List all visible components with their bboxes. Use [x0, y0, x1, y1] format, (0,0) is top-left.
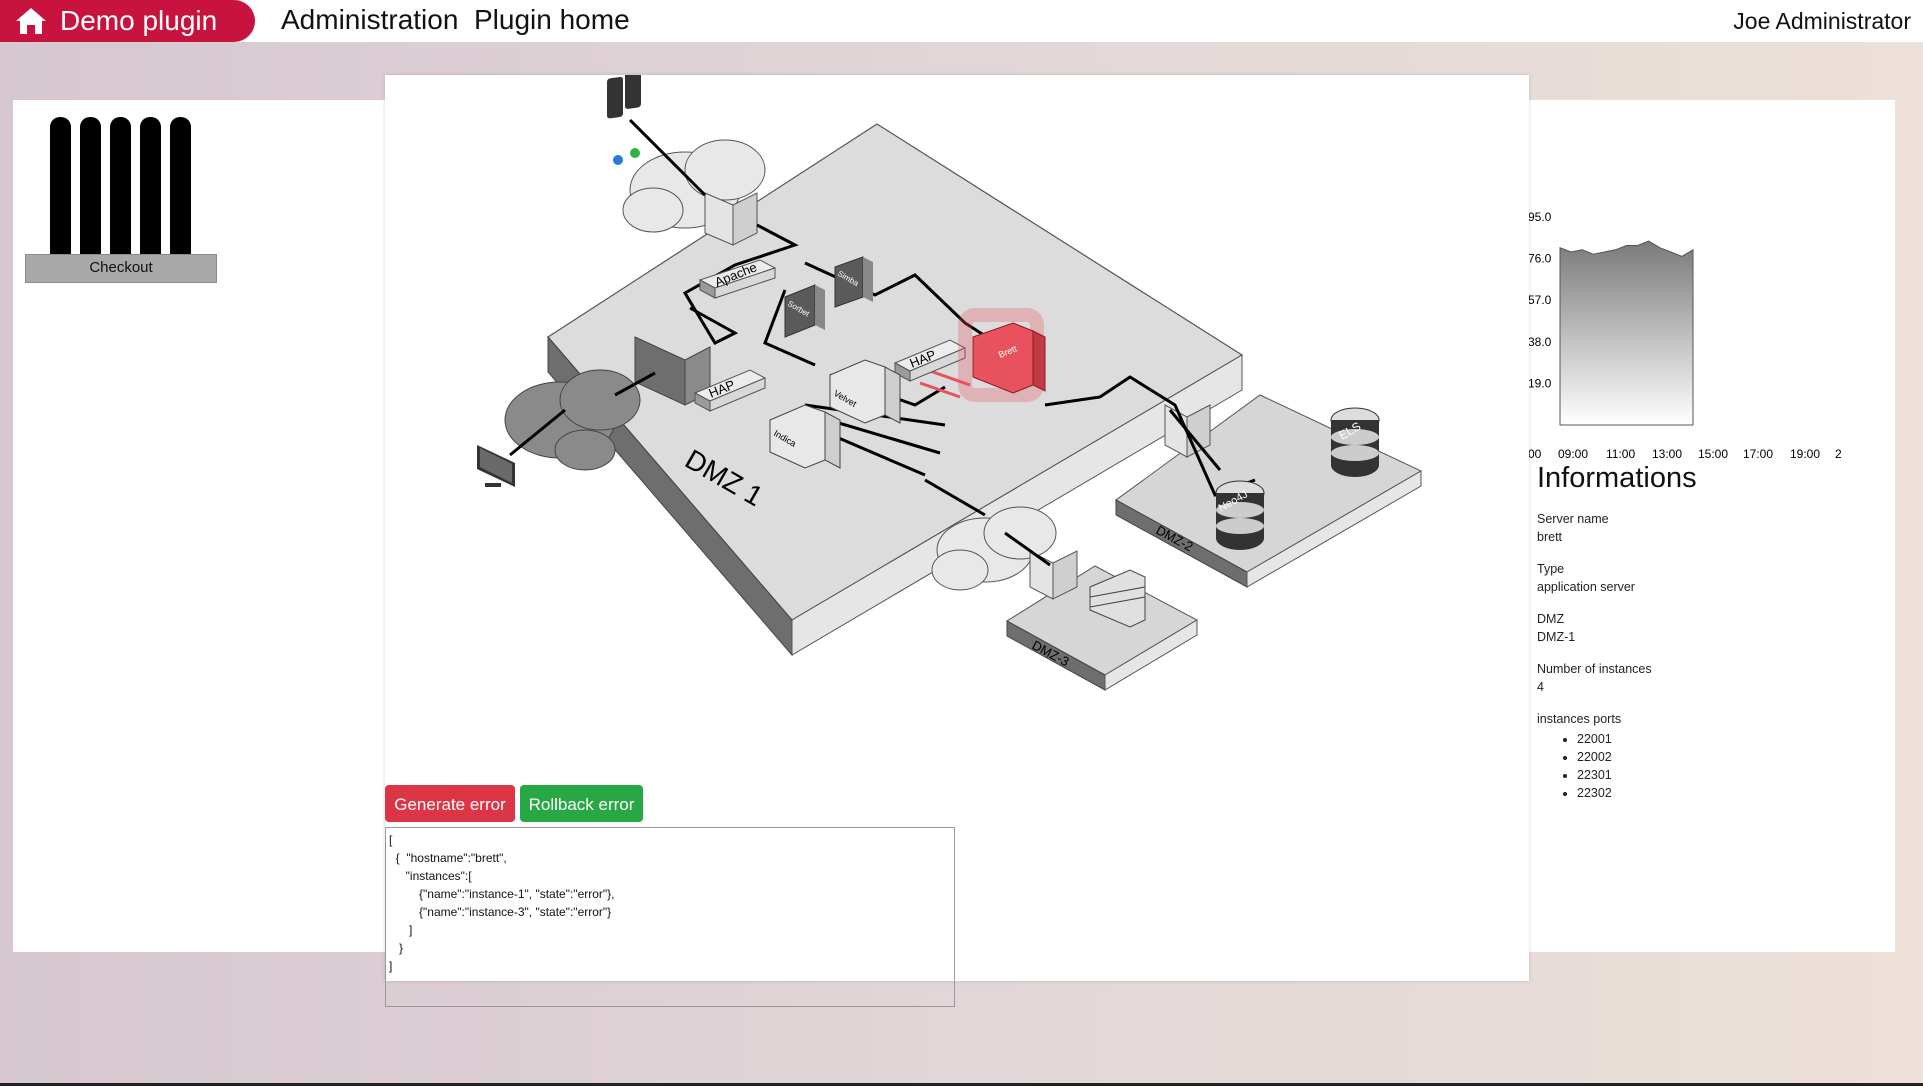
info-value: application server: [1537, 580, 1635, 594]
info-label: Type: [1537, 562, 1565, 576]
info-label: Number of instances: [1537, 662, 1652, 676]
x-tick-label: 2: [1835, 447, 1842, 461]
info-label: instances ports: [1537, 712, 1622, 726]
right-panel: 95.0 76.0 57.0 38.0 19.0 00 09:00 11:00 13:00 15…: [1528, 100, 1895, 952]
network-diagram: Apache HAP HAP DMZ 1 DMZ-2 DMZ-3 ELS Neo…: [477, 75, 1423, 691]
x-tick-label: 09:00: [1558, 447, 1588, 461]
nav-plugin-home[interactable]: Plugin home: [474, 4, 630, 36]
generate-error-button[interactable]: Generate error: [385, 785, 515, 822]
info-instances: Number of instances 4: [1537, 660, 1652, 696]
info-value: DMZ-1: [1537, 630, 1576, 644]
info-ports: instances ports 22001 22002 22301 22302: [1537, 710, 1652, 802]
info-title: Informations: [1537, 462, 1697, 494]
info-dmz: DMZ DMZ-1: [1537, 610, 1652, 646]
y-tick-label: 57.0: [1528, 293, 1552, 307]
port-item: 22301: [1577, 766, 1652, 784]
nav-administration[interactable]: Administration: [281, 4, 458, 36]
pillars-icon: [50, 117, 191, 257]
metrics-chart: 95.0 76.0 57.0 38.0 19.0 00 09:00 11:00 13:00 15…: [1528, 210, 1842, 461]
x-tick-label: 00: [1528, 447, 1542, 461]
series-area: [1559, 240, 1694, 426]
home-icon: [16, 8, 46, 34]
info-value: brett: [1537, 530, 1563, 544]
info-label: DMZ: [1537, 612, 1565, 626]
y-tick-label: 38.0: [1528, 335, 1552, 349]
checkout-button[interactable]: Checkout: [25, 254, 217, 283]
user-menu[interactable]: Joe Administrator: [1733, 8, 1911, 35]
info-value: 4: [1537, 680, 1544, 694]
center-panel: Apache HAP HAP DMZ 1 DMZ-2 DMZ-3 ELS Neo…: [385, 75, 1529, 1007]
y-tick-label: 19.0: [1528, 376, 1552, 390]
x-tick-label: 17:00: [1743, 447, 1773, 461]
monitor-icon: [477, 445, 515, 487]
brand-title: Demo plugin: [60, 5, 218, 36]
info-list: Server name brett Type application serve…: [1537, 510, 1652, 816]
x-tick-label: 19:00: [1790, 447, 1820, 461]
top-navbar: Demo plugin Administration Plugin home J…: [0, 0, 1923, 42]
els-database[interactable]: [1330, 407, 1380, 477]
info-label: Server name: [1537, 512, 1609, 526]
brand-home-link[interactable]: Demo plugin: [0, 0, 255, 42]
port-item: 22001: [1577, 730, 1652, 748]
x-tick-label: 11:00: [1606, 447, 1635, 461]
json-textarea[interactable]: [ { "hostname":"brett", "instances":[ {"…: [385, 827, 955, 1007]
mobile-devices-icon: [607, 75, 641, 165]
x-tick-label: 15:00: [1698, 447, 1728, 461]
x-tick-label: 13:00: [1652, 447, 1682, 461]
info-type: Type application server: [1537, 560, 1652, 596]
y-tick-label: 76.0: [1528, 252, 1552, 266]
y-tick-label: 95.0: [1528, 210, 1552, 224]
port-item: 22002: [1577, 748, 1652, 766]
rollback-error-button[interactable]: Rollback error: [520, 785, 643, 822]
port-item: 22302: [1577, 784, 1652, 802]
info-server-name: Server name brett: [1537, 510, 1652, 546]
